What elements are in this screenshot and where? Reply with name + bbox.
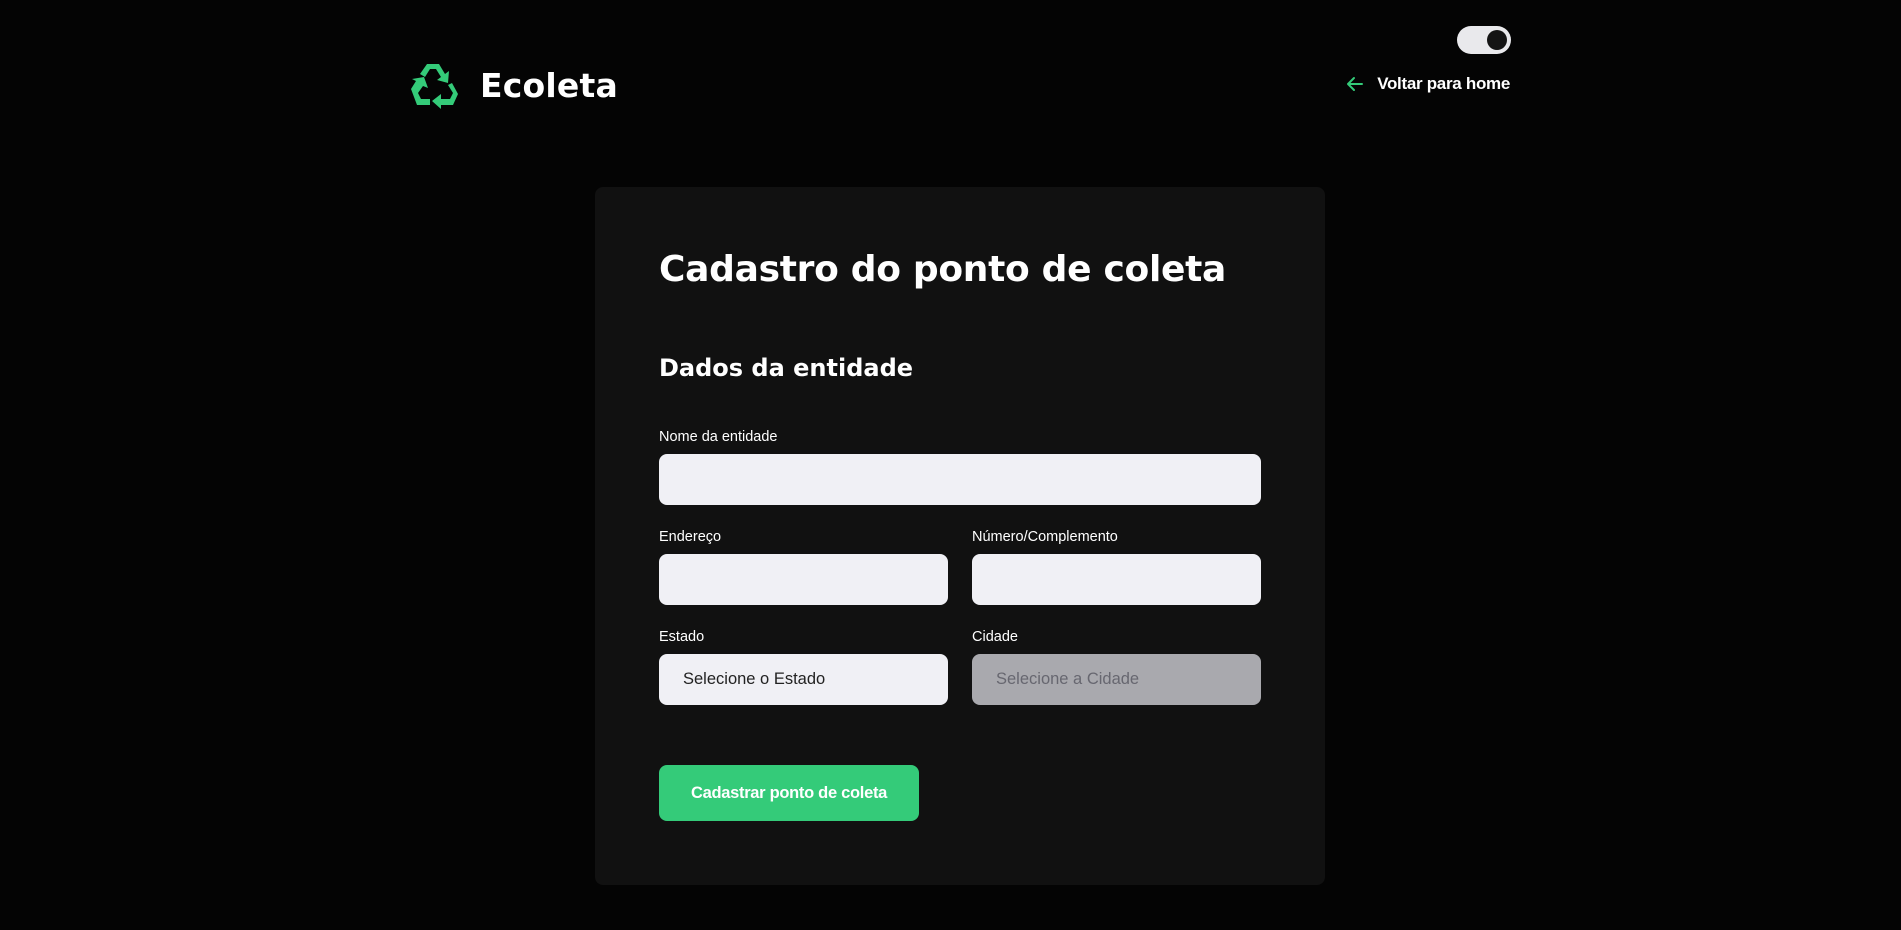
logo-text: Ecoleta [480, 65, 618, 105]
logo: Ecoleta [408, 60, 618, 110]
theme-toggle-knob [1487, 30, 1507, 50]
field-city: Cidade Selecione a Cidade [972, 628, 1261, 705]
entity-name-label: Nome da entidade [659, 429, 778, 445]
field-entity-name: Nome da entidade [659, 428, 1261, 505]
back-to-home-label: Voltar para home [1377, 74, 1510, 93]
arrow-left-icon [1347, 77, 1364, 91]
entity-name-input[interactable] [659, 454, 1261, 505]
field-state: Estado Selecione o Estado [659, 628, 948, 705]
city-label: Cidade [972, 629, 1018, 645]
collection-point-form: Cadastro do ponto de coleta Dados da ent… [595, 187, 1325, 885]
number-input[interactable] [972, 554, 1261, 605]
field-address: Endereço [659, 528, 948, 605]
address-label: Endereço [659, 529, 722, 545]
back-to-home-link[interactable]: Voltar para home [1345, 74, 1510, 94]
city-select[interactable]: Selecione a Cidade [972, 654, 1261, 705]
field-number: Número/Complemento [972, 528, 1261, 605]
recycle-icon [411, 64, 458, 109]
state-select[interactable]: Selecione o Estado [659, 654, 948, 705]
theme-toggle[interactable] [1457, 26, 1511, 54]
address-input[interactable] [659, 554, 948, 605]
page: Ecoleta Voltar para home Cadastro do pon… [0, 0, 1901, 930]
number-label: Número/Complemento [972, 529, 1118, 545]
state-label: Estado [659, 629, 705, 645]
section-title-entity-data: Dados da entidade [659, 354, 914, 382]
form-title: Cadastro do ponto de coleta [659, 249, 1227, 290]
submit-collection-point-button[interactable]: Cadastrar ponto de coleta [659, 765, 919, 821]
